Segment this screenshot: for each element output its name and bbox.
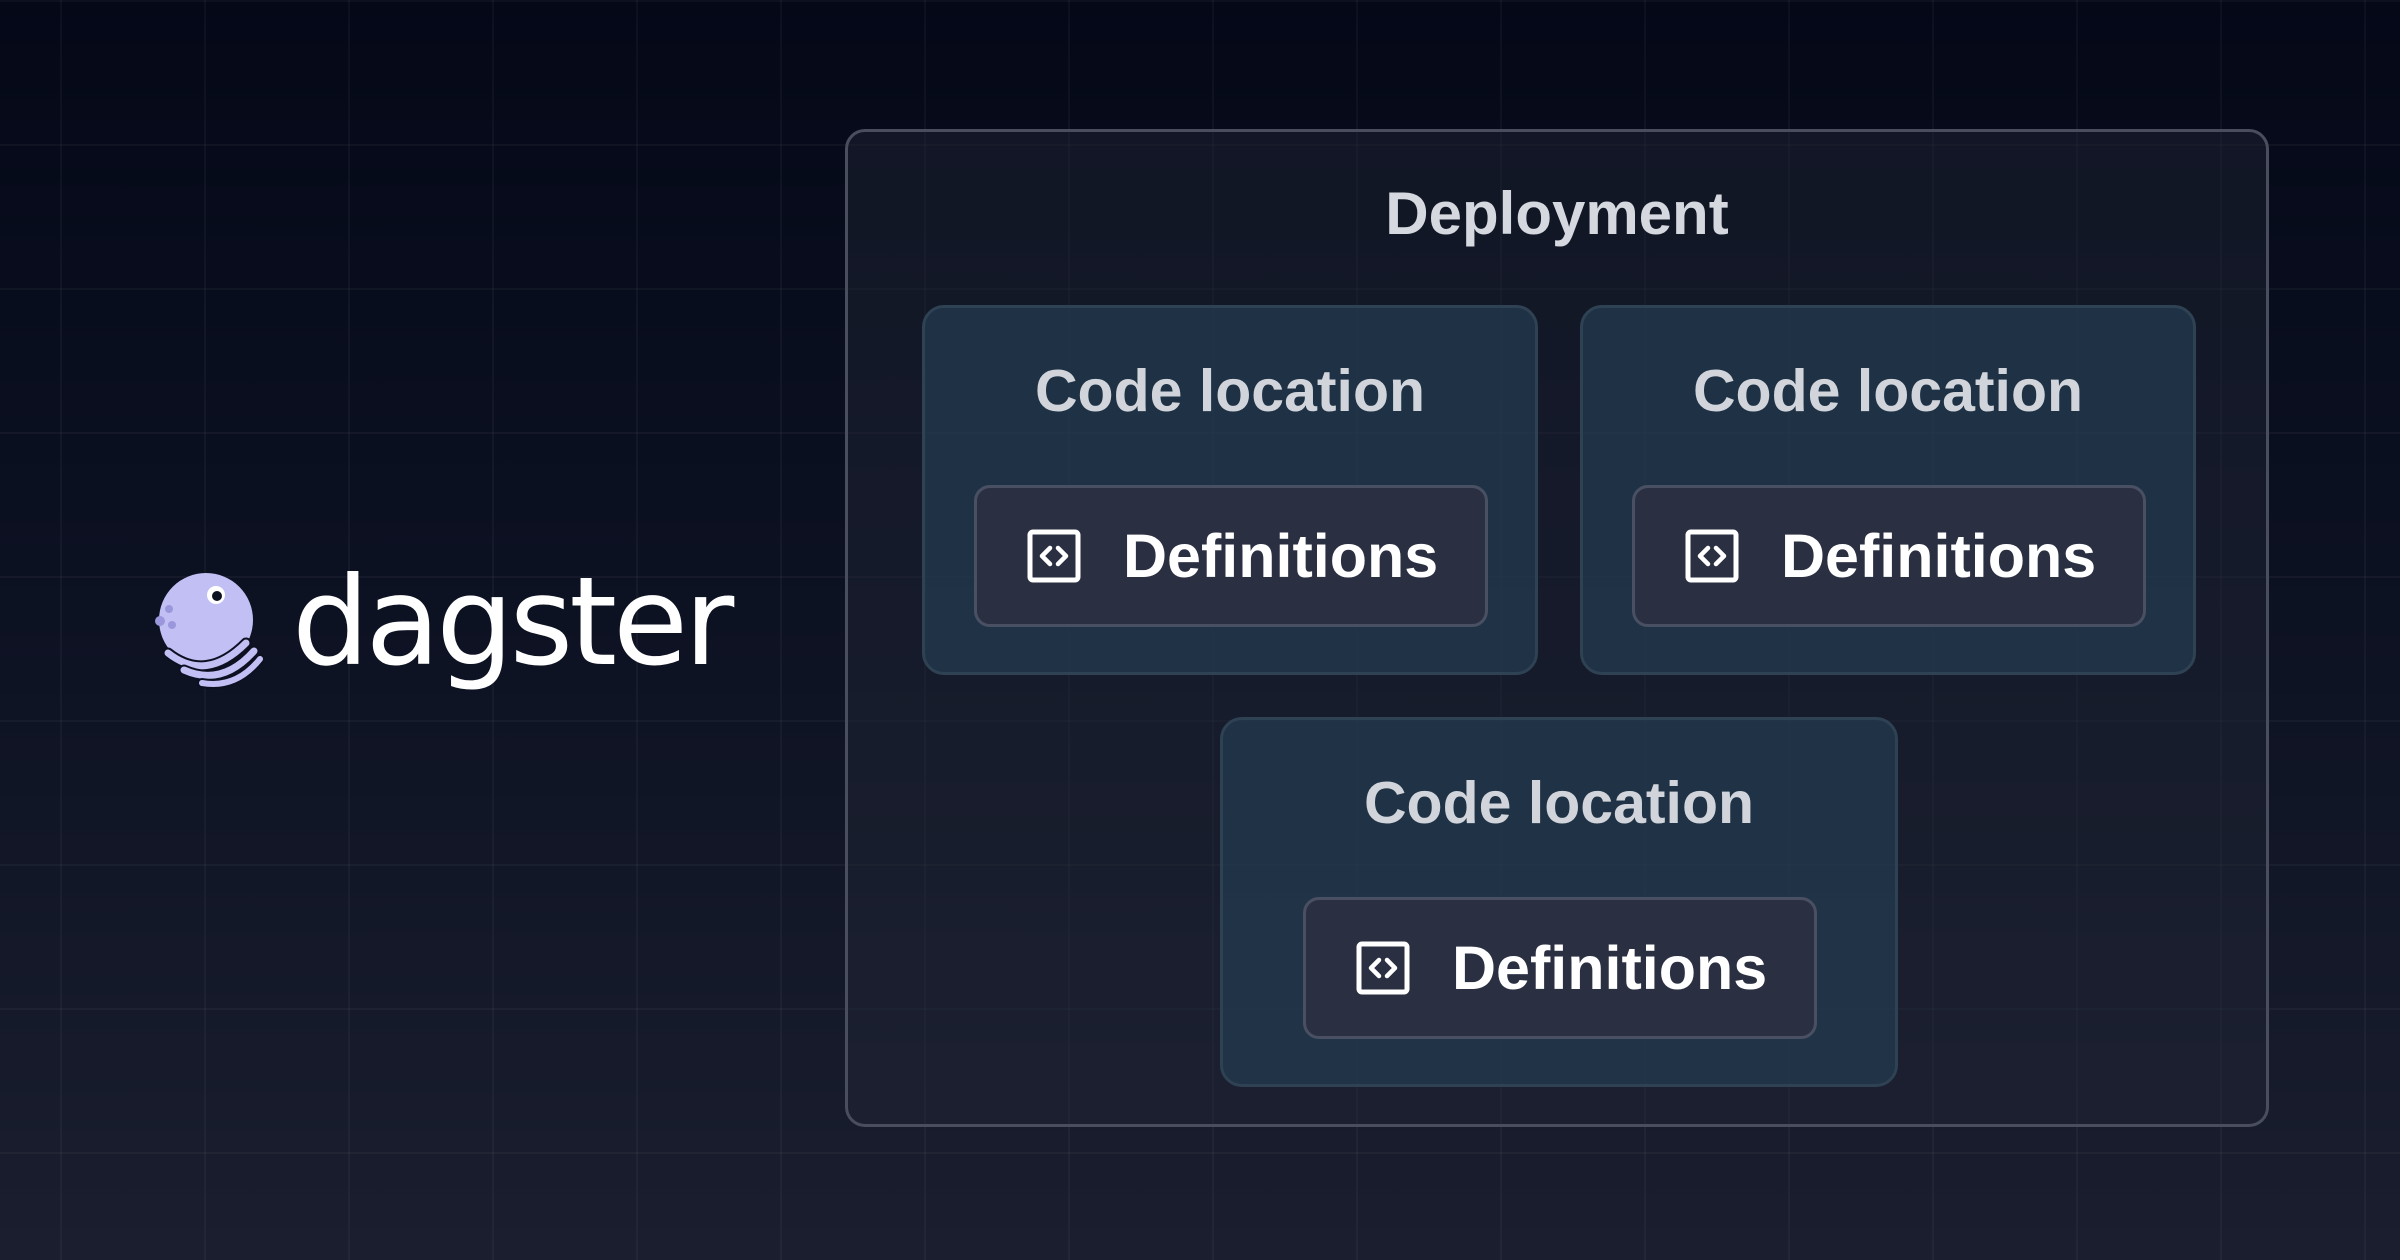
code-location-box: Code location Definitions [922, 305, 1538, 675]
code-brackets-icon [1027, 529, 1081, 583]
dagster-octopus-logo-icon [155, 573, 264, 689]
definitions-label: Definitions [1123, 521, 1439, 590]
code-location-box: Code location Definitions [1220, 717, 1898, 1087]
deployment-box: Deployment Code location Definitions Cod… [845, 129, 2269, 1127]
definitions-box: Definitions [1303, 897, 1817, 1039]
definitions-box: Definitions [1632, 485, 2146, 627]
code-location-title: Code location [1692, 358, 2084, 424]
definitions-label: Definitions [1452, 933, 1768, 1002]
dagster-logo: dagster [144, 561, 734, 690]
brand-name: dagster [292, 550, 734, 693]
code-location-title: Code location [1363, 770, 1755, 836]
code-location-box: Code location Definitions [1580, 305, 2196, 675]
code-location-title: Code location [1034, 358, 1426, 424]
code-brackets-icon [1685, 529, 1739, 583]
code-brackets-icon [1356, 941, 1410, 995]
deployment-title: Deployment [1385, 180, 1729, 247]
definitions-box: Definitions [974, 485, 1488, 627]
definitions-label: Definitions [1781, 521, 2097, 590]
